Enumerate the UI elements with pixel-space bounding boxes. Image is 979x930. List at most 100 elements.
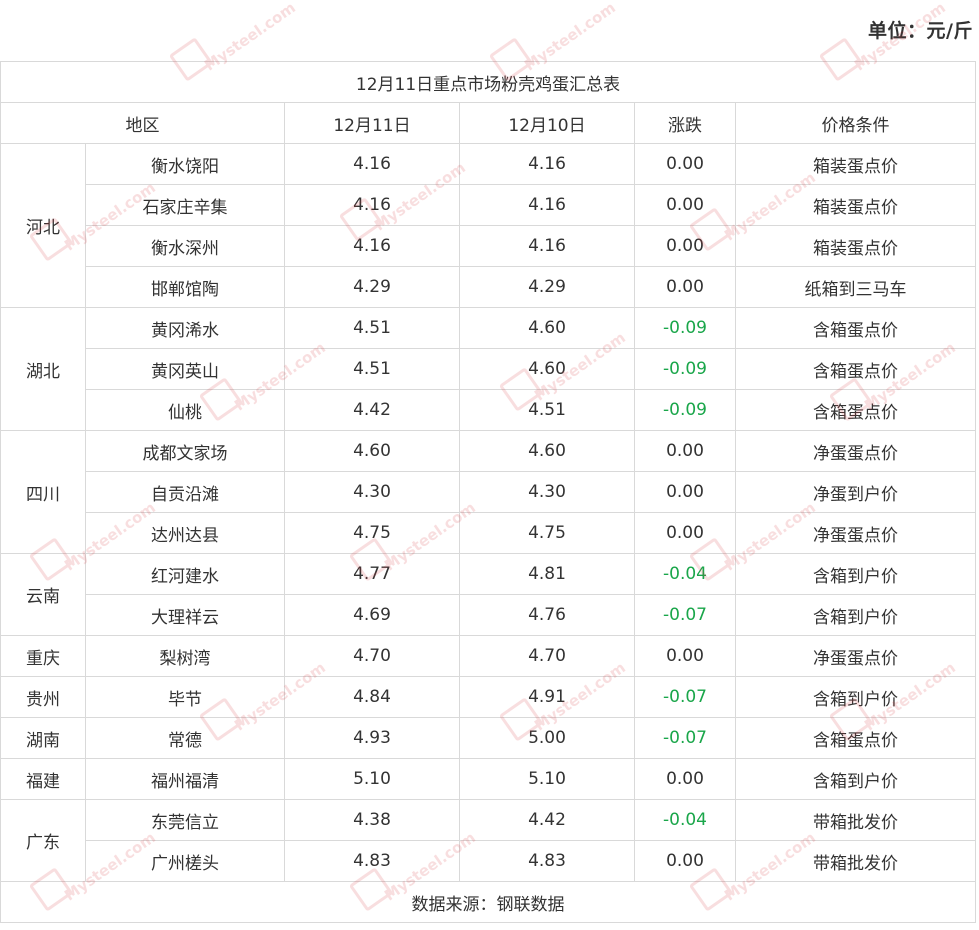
change-cell: -0.07 <box>634 676 736 718</box>
price-yesterday-cell: 4.81 <box>459 553 635 595</box>
market-cell: 衡水深州 <box>85 225 285 267</box>
market-cell: 黄冈英山 <box>85 348 285 390</box>
price-yesterday-cell: 4.16 <box>459 225 635 267</box>
table-row: 广州槎头 4.83 4.83 0.00 带箱批发价 <box>1 840 977 882</box>
table-row: 广东 东莞信立 4.38 4.42 -0.04 带箱批发价 <box>0 799 977 882</box>
table-row: 黄冈英山 4.51 4.60 -0.09 含箱蛋点价 <box>1 348 977 390</box>
table-row: 大理祥云 4.69 4.76 -0.07 含箱到户价 <box>1 594 977 636</box>
change-cell: 0.00 <box>634 635 736 677</box>
market-cell: 广州槎头 <box>85 840 285 882</box>
market-cell: 毕节 <box>85 676 285 718</box>
market-cell: 常德 <box>85 717 285 759</box>
market-cell: 黄冈浠水 <box>85 307 285 349</box>
table-row: 湖北 黄冈浠水 4.51 4.60 -0.09 含箱蛋点价 <box>0 307 977 431</box>
price-today-cell: 4.51 <box>284 307 460 349</box>
price-yesterday-cell: 4.76 <box>459 594 635 636</box>
market-cell: 自贡沿滩 <box>85 471 285 513</box>
condition-cell: 箱装蛋点价 <box>734 143 977 185</box>
price-yesterday-cell: 4.42 <box>459 799 635 841</box>
header-region: 地区 <box>0 102 285 144</box>
price-yesterday-cell: 4.75 <box>459 512 635 554</box>
price-today-cell: 4.93 <box>284 717 460 759</box>
market-cell: 大理祥云 <box>85 594 285 636</box>
price-today-cell: 4.16 <box>284 184 460 226</box>
price-today-cell: 4.16 <box>284 225 460 267</box>
price-yesterday-cell: 4.91 <box>459 676 635 718</box>
price-today-cell: 4.77 <box>284 553 460 595</box>
header-date1: 12月11日 <box>284 102 460 144</box>
condition-cell: 净蛋蛋点价 <box>734 635 977 677</box>
table-row: 湖南 常德 4.93 5.00 -0.07 含箱蛋点价 <box>0 717 977 759</box>
province-cell: 福建 <box>0 758 86 800</box>
table-row: 福建 福州福清 5.10 5.10 0.00 含箱到户价 <box>0 758 977 800</box>
condition-cell: 含箱到户价 <box>734 676 977 718</box>
price-yesterday-cell: 4.51 <box>459 389 635 431</box>
condition-cell: 含箱到户价 <box>734 758 977 800</box>
condition-cell: 含箱蛋点价 <box>734 348 977 390</box>
market-cell: 东莞信立 <box>85 799 285 841</box>
condition-cell: 含箱到户价 <box>734 594 977 636</box>
price-yesterday-cell: 5.10 <box>459 758 635 800</box>
change-cell: -0.09 <box>634 389 736 431</box>
change-cell: 0.00 <box>634 840 736 882</box>
change-cell: -0.04 <box>634 799 736 841</box>
header-condition: 价格条件 <box>734 102 977 144</box>
condition-cell: 箱装蛋点价 <box>734 184 977 226</box>
table-row: 重庆 梨树湾 4.70 4.70 0.00 净蛋蛋点价 <box>0 635 977 677</box>
condition-cell: 净蛋到户价 <box>734 471 977 513</box>
province-cell: 重庆 <box>0 635 86 677</box>
change-cell: -0.09 <box>634 348 736 390</box>
change-cell: 0.00 <box>634 512 736 554</box>
price-today-cell: 4.69 <box>284 594 460 636</box>
market-cell: 达州达县 <box>85 512 285 554</box>
condition-cell: 带箱批发价 <box>734 799 977 841</box>
table-row: 衡水深州 4.16 4.16 0.00 箱装蛋点价 <box>1 225 977 267</box>
condition-cell: 含箱蛋点价 <box>734 307 977 349</box>
header-row: 地区 12月11日 12月10日 涨跌 价格条件 <box>0 102 977 144</box>
condition-cell: 含箱到户价 <box>734 553 977 595</box>
change-cell: 0.00 <box>634 430 736 472</box>
market-cell: 成都文家场 <box>85 430 285 472</box>
price-yesterday-cell: 4.29 <box>459 266 635 308</box>
egg-price-table: 12月11日重点市场粉壳鸡蛋汇总表 地区 12月11日 12月10日 涨跌 价格… <box>0 61 977 923</box>
price-today-cell: 4.60 <box>284 430 460 472</box>
title-row: 12月11日重点市场粉壳鸡蛋汇总表 <box>0 61 977 103</box>
condition-cell: 箱装蛋点价 <box>734 225 977 267</box>
province-cell: 湖南 <box>0 717 86 759</box>
price-yesterday-cell: 5.00 <box>459 717 635 759</box>
price-today-cell: 4.16 <box>284 143 460 185</box>
table-row: 达州达县 4.75 4.75 0.00 净蛋蛋点价 <box>1 512 977 554</box>
price-today-cell: 5.10 <box>284 758 460 800</box>
condition-cell: 含箱蛋点价 <box>734 389 977 431</box>
market-cell: 梨树湾 <box>85 635 285 677</box>
price-yesterday-cell: 4.70 <box>459 635 635 677</box>
table-row: 贵州 毕节 4.84 4.91 -0.07 含箱到户价 <box>0 676 977 718</box>
price-yesterday-cell: 4.30 <box>459 471 635 513</box>
price-today-cell: 4.75 <box>284 512 460 554</box>
price-yesterday-cell: 4.83 <box>459 840 635 882</box>
price-yesterday-cell: 4.60 <box>459 430 635 472</box>
table-row: 自贡沿滩 4.30 4.30 0.00 净蛋到户价 <box>1 471 977 513</box>
change-cell: -0.07 <box>634 594 736 636</box>
table-row: 仙桃 4.42 4.51 -0.09 含箱蛋点价 <box>1 389 977 431</box>
price-yesterday-cell: 4.16 <box>459 143 635 185</box>
market-cell: 仙桃 <box>85 389 285 431</box>
market-cell: 红河建水 <box>85 553 285 595</box>
market-cell: 福州福清 <box>85 758 285 800</box>
header-change: 涨跌 <box>634 102 736 144</box>
market-cell: 衡水饶阳 <box>85 143 285 185</box>
change-cell: -0.07 <box>634 717 736 759</box>
unit-label: 单位：元/斤 <box>868 20 973 42</box>
change-cell: -0.09 <box>634 307 736 349</box>
table-row: 四川 成都文家场 4.60 4.60 0.00 净蛋蛋点价 <box>0 430 977 554</box>
change-cell: 0.00 <box>634 143 736 185</box>
province-cell: 湖北 <box>0 307 86 431</box>
price-today-cell: 4.83 <box>284 840 460 882</box>
price-today-cell: 4.30 <box>284 471 460 513</box>
price-today-cell: 4.38 <box>284 799 460 841</box>
province-cell: 云南 <box>0 553 86 636</box>
table-row: 石家庄辛集 4.16 4.16 0.00 箱装蛋点价 <box>1 184 977 226</box>
footer-row: 数据来源：钢联数据 <box>0 881 977 923</box>
data-source: 数据来源：钢联数据 <box>0 881 977 923</box>
price-today-cell: 4.51 <box>284 348 460 390</box>
